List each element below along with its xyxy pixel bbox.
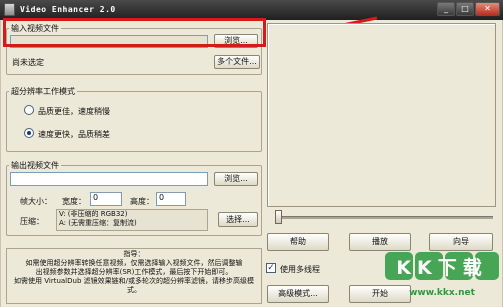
quality-mode-label: 品质更佳，速度稍慢 — [38, 107, 110, 116]
multithread-checkbox[interactable]: ✓ — [266, 263, 276, 273]
width-label: 宽度： — [62, 197, 86, 206]
choose-compression-button[interactable]: 选择... — [218, 212, 258, 227]
width-input[interactable]: 0 — [90, 192, 122, 206]
watermark-url: www.kkx.net — [409, 288, 475, 298]
multiple-files-button[interactable]: 多个文件... — [214, 55, 260, 69]
sr-mode-legend: 超分辨率工作模式 — [11, 87, 75, 96]
window-title: Video Enhancer 2.0 — [20, 5, 116, 14]
help-title: 指导： — [123, 250, 145, 258]
video-preview-area — [267, 23, 496, 207]
help-line: 如需使用超分辨率转换任意视频，仅需选择输入视频文件，然后调整输 — [25, 259, 243, 267]
seek-slider-track[interactable] — [277, 216, 493, 219]
watermark-text: KK下载 — [396, 257, 488, 279]
seek-slider-thumb[interactable] — [275, 210, 282, 224]
height-input[interactable]: 0 — [156, 192, 186, 206]
speed-mode-radio[interactable] — [24, 128, 34, 138]
output-video-legend: 输出视频文件 — [11, 161, 59, 170]
compression-info-box: V: (非压缩的 RGB32) A: (无需重压缩：复制流) — [56, 209, 208, 231]
speed-mode-label: 速度更快，品质稍差 — [38, 130, 110, 139]
app-icon — [4, 3, 15, 16]
output-file-field[interactable] — [10, 172, 208, 186]
advanced-mode-button[interactable]: 高级模式... — [267, 285, 329, 303]
compression-video-text: V: (非压缩的 RGB32) — [59, 210, 128, 218]
help-line: 出视频参数并选择超分辨率(SR)工作模式，最后按下开始即可。 — [35, 268, 233, 276]
frame-size-label: 帧大小： — [20, 197, 52, 206]
height-label: 高度： — [130, 197, 154, 206]
minimize-button[interactable]: _ — [437, 2, 455, 16]
help-line: 式。 — [127, 286, 141, 294]
title-bar: Video Enhancer 2.0 _ □ ✕ — [0, 0, 503, 20]
annotation-highlight-box — [3, 18, 266, 47]
sr-mode-group: 超分辨率工作模式 — [6, 86, 262, 152]
output-browse-button[interactable]: 浏览... — [214, 172, 258, 186]
watermark-logo: KK下载 www.kkx.net — [383, 248, 501, 304]
help-line: 如需使用 VirtualDub 滤镜效果链和/或多轮次的超分辨率滤镜，请移步高级… — [14, 277, 254, 285]
maximize-button[interactable]: □ — [456, 2, 474, 16]
compression-label: 压缩： — [20, 217, 44, 226]
input-status-text: 尚未选定 — [12, 58, 44, 67]
close-button[interactable]: ✕ — [475, 2, 500, 16]
quality-mode-radio[interactable] — [24, 105, 34, 115]
compression-audio-text: A: (无需重压缩：复制流) — [59, 219, 137, 227]
help-button[interactable]: 帮助 — [267, 233, 329, 251]
multithread-label: 使用多线程 — [280, 265, 320, 274]
help-box: 指导： 如需使用超分辨率转换任意视频，仅需选择输入视频文件，然后调整输 出视频参… — [6, 248, 262, 304]
